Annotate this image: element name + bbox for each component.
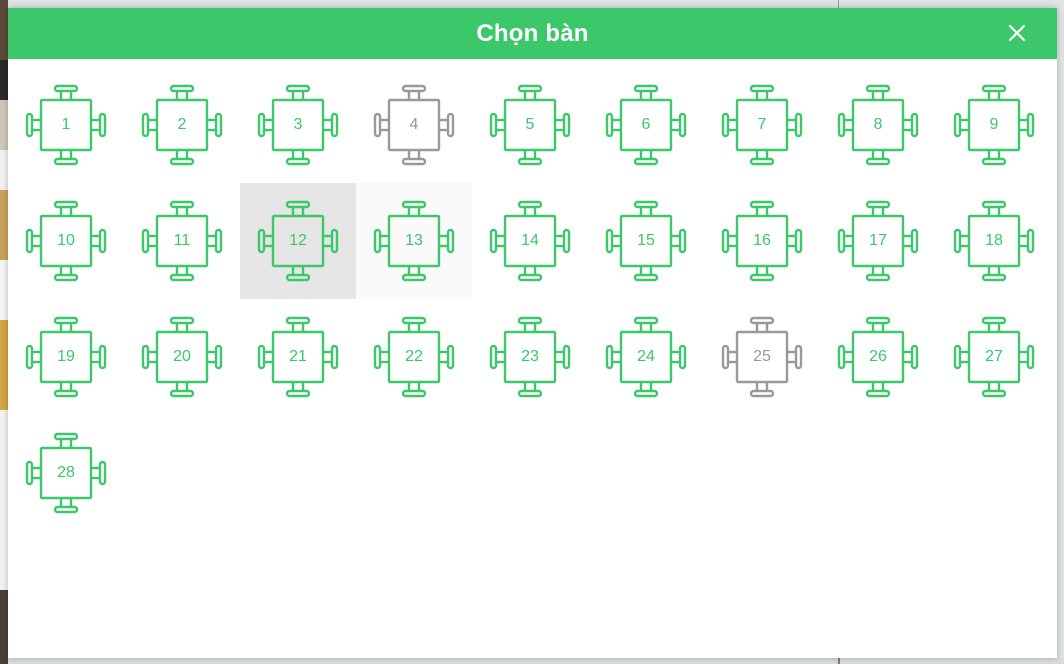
table-number: 14	[521, 232, 539, 249]
table-12[interactable]: 12	[240, 183, 356, 299]
table-4[interactable]: 4	[356, 67, 472, 183]
table-number: 27	[985, 348, 1003, 365]
background-app-bottom	[8, 658, 1064, 664]
table-number: 25	[753, 348, 771, 365]
table-number: 21	[289, 348, 307, 365]
table-3[interactable]: 3	[240, 67, 356, 183]
table-number: 10	[57, 232, 75, 249]
table-11[interactable]: 11	[124, 183, 240, 299]
table-17[interactable]: 17	[820, 183, 936, 299]
table-1[interactable]: 1	[8, 67, 124, 183]
table-5[interactable]: 5	[472, 67, 588, 183]
table-number: 18	[985, 232, 1003, 249]
table-number: 5	[525, 116, 535, 133]
table-7[interactable]: 7	[704, 67, 820, 183]
table-13[interactable]: 13	[356, 183, 472, 299]
table-number: 1	[61, 116, 71, 133]
table-18[interactable]: 18	[936, 183, 1052, 299]
table-number: 17	[869, 232, 887, 249]
background-app-left	[0, 0, 8, 664]
close-icon	[1008, 24, 1026, 42]
table-number: 6	[641, 116, 651, 133]
table-number: 13	[405, 232, 423, 249]
table-number: 15	[637, 232, 655, 249]
table-number: 7	[757, 116, 767, 133]
table-number: 26	[869, 348, 887, 365]
close-button[interactable]	[1005, 21, 1029, 45]
table-number: 20	[173, 348, 191, 365]
table-21[interactable]: 21	[240, 299, 356, 415]
modal-header: Chọn bàn	[8, 8, 1057, 59]
table-2[interactable]: 2	[124, 67, 240, 183]
table-number: 28	[57, 464, 75, 481]
background-separator	[838, 658, 840, 664]
modal-title: Chọn bàn	[476, 19, 589, 47]
table-26[interactable]: 26	[820, 299, 936, 415]
table-8[interactable]: 8	[820, 67, 936, 183]
table-14[interactable]: 14	[472, 183, 588, 299]
table-15[interactable]: 15	[588, 183, 704, 299]
table-number: 12	[289, 232, 307, 249]
table-6[interactable]: 6	[588, 67, 704, 183]
table-number: 11	[173, 232, 191, 249]
background-divider	[838, 0, 839, 8]
select-table-modal: Chọn bàn 1 2 3 4 5 6 7 8 9 10 11 12 13 14 15 16 17 18 19 20…	[8, 8, 1057, 658]
table-22[interactable]: 22	[356, 299, 472, 415]
table-10[interactable]: 10	[8, 183, 124, 299]
table-9[interactable]: 9	[936, 67, 1052, 183]
table-20[interactable]: 20	[124, 299, 240, 415]
table-number: 4	[409, 116, 419, 133]
table-27[interactable]: 27	[936, 299, 1052, 415]
table-number: 16	[753, 232, 771, 249]
table-16[interactable]: 16	[704, 183, 820, 299]
table-number: 24	[637, 348, 655, 365]
table-24[interactable]: 24	[588, 299, 704, 415]
table-number: 2	[177, 116, 187, 133]
table-23[interactable]: 23	[472, 299, 588, 415]
table-28[interactable]: 28	[8, 415, 124, 531]
table-19[interactable]: 19	[8, 299, 124, 415]
table-25[interactable]: 25	[704, 299, 820, 415]
table-number: 9	[989, 116, 999, 133]
table-number: 8	[873, 116, 883, 133]
table-number: 3	[293, 116, 303, 133]
table-number: 23	[521, 348, 539, 365]
table-number: 22	[405, 348, 423, 365]
table-number: 19	[57, 348, 75, 365]
